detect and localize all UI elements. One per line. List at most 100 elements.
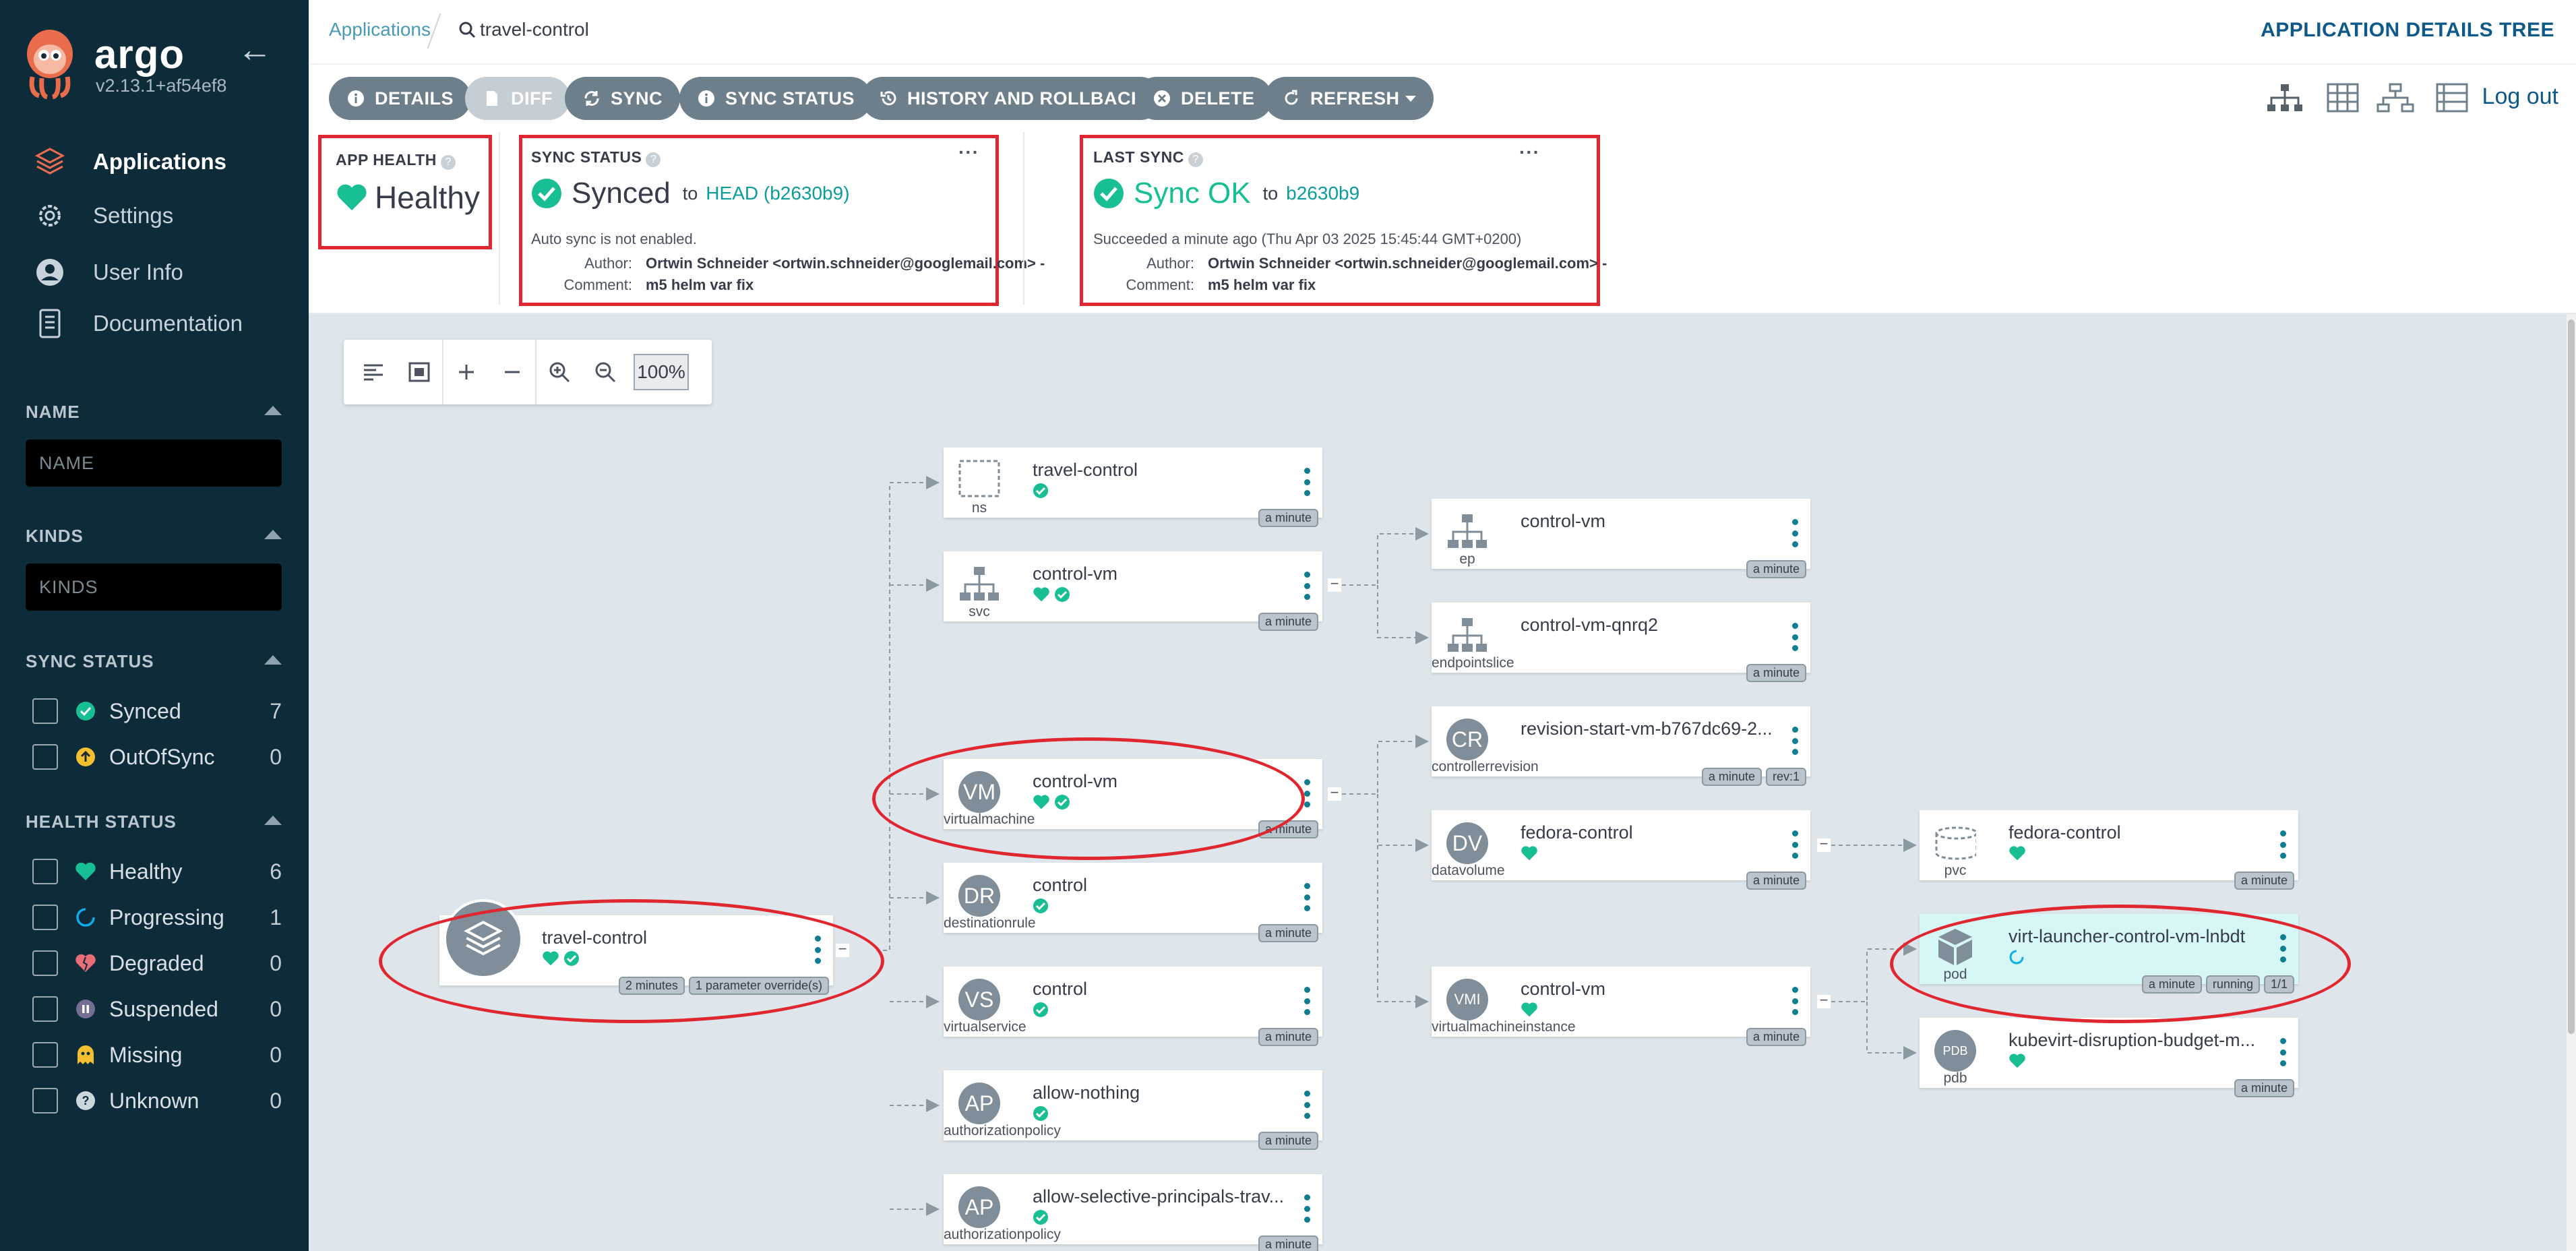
argo-logo[interactable]	[23, 26, 77, 101]
network-icon	[1446, 615, 1488, 657]
collapse-toggle[interactable]: −	[1817, 836, 1831, 852]
nav-documentation[interactable]: Documentation	[32, 303, 243, 344]
last-sync-revision-link[interactable]: b2630b9	[1286, 183, 1359, 204]
more-options-icon[interactable]: ···	[1519, 142, 1540, 163]
collapse-caret-icon[interactable]	[264, 816, 282, 825]
question-circle-icon: ?	[74, 1089, 97, 1112]
tree-node-authorizationpolicy[interactable]: AP authorizationpolicy allow-selective-p…	[944, 1174, 1322, 1251]
checkbox[interactable]	[32, 905, 58, 930]
collapse-toggle[interactable]: −	[1817, 993, 1831, 1008]
node-menu-icon[interactable]	[1791, 830, 1798, 859]
tree-node-endpointslice[interactable]: endpointslice control-vm-qnrq2 a minute	[1432, 603, 1810, 682]
tree-node-controllerrevision[interactable]: CR controllerrevision revision-start-vm-…	[1432, 706, 1810, 786]
node-menu-icon[interactable]	[1304, 1091, 1310, 1119]
sync-comment-row: Comment: m5 helm var fix	[531, 276, 754, 294]
checkbox[interactable]	[32, 1088, 58, 1113]
collapse-caret-icon[interactable]	[264, 406, 282, 415]
node-menu-icon[interactable]	[1304, 883, 1310, 911]
logout-link[interactable]: Log out	[2482, 84, 2558, 110]
filter-missing[interactable]: Missing 0	[32, 1038, 282, 1072]
tree-node-destinationrule[interactable]: DR destinationrule control a minute	[944, 863, 1322, 942]
checkbox[interactable]	[32, 996, 58, 1022]
filter-degraded[interactable]: Degraded 0	[32, 946, 282, 980]
node-name: fedora-control	[2008, 822, 2121, 843]
list-view-icon[interactable]	[2432, 81, 2472, 115]
history-rollback-button[interactable]: HISTORY AND ROLLBACK	[861, 77, 1163, 120]
node-menu-icon[interactable]	[1791, 727, 1798, 755]
node-menu-icon[interactable]	[1304, 468, 1310, 496]
tree-node-endpoints[interactable]: ep control-vm a minute	[1432, 499, 1810, 578]
node-menu-icon[interactable]	[1304, 987, 1310, 1015]
check-circle-icon	[532, 179, 561, 208]
tree-node-authorizationpolicy[interactable]: AP authorizationpolicy allow-nothing a m…	[944, 1070, 1322, 1150]
details-button[interactable]: DETAILS	[329, 77, 471, 120]
node-menu-icon[interactable]	[1791, 987, 1798, 1015]
collapse-caret-icon[interactable]	[264, 655, 282, 665]
meta-key: Author:	[584, 255, 632, 272]
diff-button[interactable]: DIFF	[465, 77, 570, 120]
help-icon[interactable]: ?	[440, 154, 456, 170]
help-icon[interactable]: ?	[1188, 152, 1203, 167]
filter-outofsync[interactable]: OutOfSync 0	[32, 740, 282, 774]
nav-applications[interactable]: Applications	[32, 142, 226, 182]
auto-sync-note: Auto sync is not enabled.	[531, 231, 697, 247]
tree-node-namespace[interactable]: ns travel-control a minute	[944, 448, 1322, 527]
section-label: LAST SYNC	[1093, 148, 1184, 166]
filter-count: 0	[270, 1088, 282, 1113]
breadcrumb-applications[interactable]: Applications	[329, 19, 431, 40]
version-label: v2.13.1+af54ef8	[96, 75, 227, 96]
tree-node-service[interactable]: svc control-vm a minute	[944, 551, 1322, 631]
meta-value: m5 helm var fix	[1208, 276, 1316, 293]
node-status	[1033, 1105, 1049, 1122]
delete-button[interactable]: DELETE	[1135, 77, 1272, 120]
tree-view-icon[interactable]	[2265, 81, 2305, 115]
checkbox[interactable]	[32, 744, 58, 770]
checkbox[interactable]	[32, 698, 58, 724]
collapse-toggle[interactable]: −	[1328, 785, 1341, 801]
sync-button[interactable]: SYNC	[565, 77, 681, 120]
node-menu-icon[interactable]	[1304, 572, 1310, 600]
resource-tree-canvas[interactable]: 100% − − − − − travel-control 2 minutes …	[309, 314, 2576, 1251]
more-options-icon[interactable]: ···	[958, 142, 979, 163]
network-view-icon[interactable]	[2375, 81, 2416, 115]
collapse-sidebar-icon[interactable]: ←	[237, 30, 272, 70]
filter-healthy[interactable]: Healthy 6	[32, 855, 282, 888]
nav-label: Documentation	[93, 311, 243, 336]
node-menu-icon[interactable]	[2279, 830, 2286, 859]
node-menu-icon[interactable]	[2279, 1038, 2286, 1066]
filter-synced[interactable]: Synced 7	[32, 694, 282, 728]
filter-progressing[interactable]: Progressing 1	[32, 901, 282, 934]
breadcrumb-current[interactable]: travel-control	[458, 19, 589, 40]
checkbox[interactable]	[32, 950, 58, 976]
tree-node-pvc[interactable]: pvc fedora-control a minute	[1920, 810, 2298, 890]
checkbox[interactable]	[32, 1042, 58, 1068]
collapse-caret-icon[interactable]	[264, 530, 282, 539]
filter-suspended[interactable]: Suspended 0	[32, 992, 282, 1026]
help-icon[interactable]: ?	[646, 152, 661, 167]
node-status	[2008, 845, 2026, 861]
node-status	[1521, 1002, 1538, 1018]
collapse-toggle[interactable]: −	[1328, 576, 1341, 592]
sync-revision-link[interactable]: HEAD (b2630b9)	[706, 183, 849, 204]
tree-node-poddisruptionbudget[interactable]: PDB pdb kubevirt-disruption-budget-m... …	[1920, 1018, 2298, 1097]
node-menu-icon[interactable]	[1791, 623, 1798, 651]
name-filter-input[interactable]: NAME	[26, 439, 282, 487]
node-name: fedora-control	[1521, 822, 1633, 843]
button-label: SYNC STATUS	[725, 88, 855, 109]
refresh-button[interactable]: REFRESH	[1264, 77, 1434, 120]
pods-view-icon[interactable]	[2323, 81, 2363, 115]
kinds-filter-input[interactable]: KINDS	[26, 563, 282, 611]
node-menu-icon[interactable]	[1304, 1194, 1310, 1223]
tree-node-datavolume[interactable]: DV datavolume fedora-control a minute	[1432, 810, 1810, 890]
node-menu-icon[interactable]	[1304, 779, 1310, 807]
vmi-badge-icon: VMI	[1446, 979, 1488, 1020]
checkbox[interactable]	[32, 859, 58, 884]
sync-status-button[interactable]: SYNC STATUS	[679, 77, 873, 120]
node-menu-icon[interactable]	[1791, 519, 1798, 547]
tree-node-virtualmachineinstance[interactable]: VMI virtualmachineinstance control-vm a …	[1432, 967, 1810, 1046]
nav-settings[interactable]: Settings	[32, 195, 173, 236]
nav-user-info[interactable]: User Info	[32, 252, 183, 293]
filter-unknown[interactable]: ? Unknown 0	[32, 1084, 282, 1118]
tree-node-virtualservice[interactable]: VS virtualservice control a minute	[944, 967, 1322, 1046]
scrollbar-thumb[interactable]	[2568, 319, 2575, 1034]
